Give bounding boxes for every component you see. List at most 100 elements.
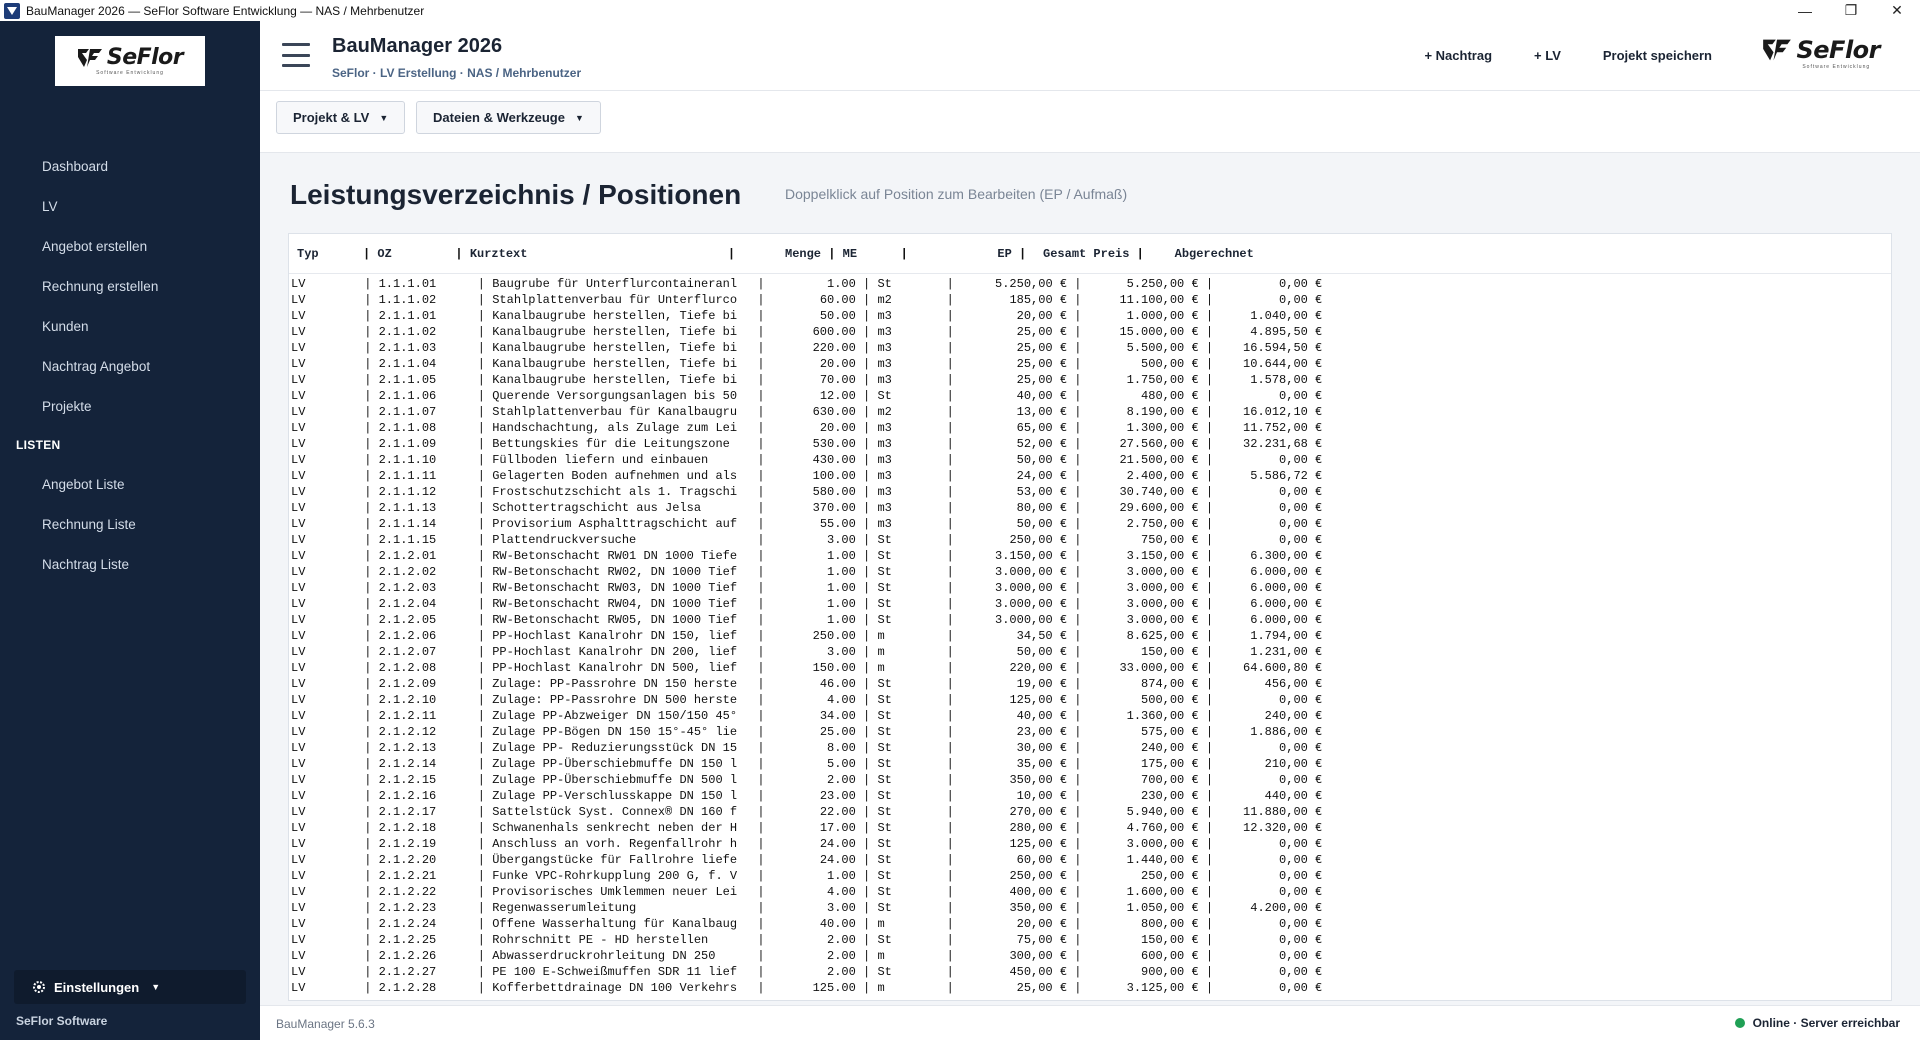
table-row[interactable]: LV | 2.1.2.24 | Offene Wasserhaltung für… xyxy=(289,916,1891,932)
table-row[interactable]: LV | 2.1.2.01 | RW-Betonschacht RW01 DN … xyxy=(289,548,1891,564)
sidebar-item-dashboard[interactable]: Dashboard xyxy=(0,146,260,186)
cell-gesamt: 15.000,00 € xyxy=(1119,325,1199,339)
seflor-logo-mark-icon xyxy=(1763,39,1792,61)
project-lv-dropdown[interactable]: Projekt & LV ▼ xyxy=(276,101,406,134)
app-subtitle: SeFlor · LV Erstellung · NAS / Mehrbenut… xyxy=(332,66,582,80)
column-separator: | xyxy=(855,453,878,467)
table-row[interactable]: LV | 2.1.2.17 | Sattelstück Syst. Connex… xyxy=(289,804,1891,820)
table-row[interactable]: LV | 2.1.1.07 | Stahlplattenverbau für K… xyxy=(289,404,1891,420)
close-button[interactable]: ✕ xyxy=(1874,0,1920,21)
cell-ep: 125,00 € xyxy=(1009,837,1068,851)
column-separator: | xyxy=(470,405,493,419)
table-row[interactable]: LV | 2.1.2.10 | Zulage: PP-Passrohre DN … xyxy=(289,692,1891,708)
col-oz[interactable]: OZ xyxy=(377,247,455,261)
col-kurztext[interactable]: Kurztext xyxy=(470,247,728,261)
table-row[interactable]: LV | 2.1.1.04 | Kanalbaugrube herstellen… xyxy=(289,356,1891,372)
cell-kurztext: Offene Wasserhaltung für Kanalbaug xyxy=(492,917,738,931)
sidebar-item-nachtrag-liste[interactable]: Nachtrag Liste xyxy=(0,544,260,584)
col-typ[interactable]: Typ xyxy=(297,247,363,261)
table-row[interactable]: LV | 2.1.2.03 | RW-Betonschacht RW03, DN… xyxy=(289,580,1891,596)
table-row[interactable]: LV | 1.1.1.02 | Stahlplattenverbau für U… xyxy=(289,292,1891,308)
table-row[interactable]: LV | 2.1.2.11 | Zulage PP-Abzweiger DN 1… xyxy=(289,708,1891,724)
sidebar-item-nachtrag-angebot[interactable]: Nachtrag Angebot xyxy=(0,346,260,386)
table-row[interactable]: LV | 2.1.1.14 | Provisorium Asphalttrags… xyxy=(289,516,1891,532)
table-row[interactable]: LV | 2.1.2.28 | Kofferbettdrainage DN 10… xyxy=(289,980,1891,996)
table-row[interactable]: LV | 2.1.2.20 | Übergangstücke für Fallr… xyxy=(289,852,1891,868)
cell-me: m3 xyxy=(877,437,892,451)
table-row[interactable]: LV | 2.1.2.09 | Zulage: PP-Passrohre DN … xyxy=(289,676,1891,692)
table-row[interactable]: LV | 2.1.1.03 | Kanalbaugrube herstellen… xyxy=(289,340,1891,356)
column-separator: | xyxy=(855,517,878,531)
col-menge[interactable]: Menge xyxy=(735,247,821,261)
cell-me: St xyxy=(877,789,892,803)
table-row[interactable]: LV | 2.1.2.27 | PE 100 E-Schweißmuffen S… xyxy=(289,964,1891,980)
table-row[interactable]: LV | 2.1.1.13 | Schottertragschicht aus … xyxy=(289,500,1891,516)
table-row[interactable]: LV | 2.1.2.15 | Zulage PP-Überschiebmuff… xyxy=(289,772,1891,788)
col-ep[interactable]: EP xyxy=(908,247,1011,261)
col-gesamt[interactable]: Gesamt Preis xyxy=(1033,247,1129,261)
col-abgerechnet[interactable]: Abgerechnet xyxy=(1144,247,1254,261)
cell-menge: 20.00 xyxy=(819,421,856,435)
table-row[interactable]: LV | 2.1.2.12 | Zulage PP-Bögen DN 150 1… xyxy=(289,724,1891,740)
table-row[interactable]: LV | 2.1.1.12 | Frostschutzschicht als 1… xyxy=(289,484,1891,500)
column-separator: | xyxy=(470,661,493,675)
settings-button[interactable]: Einstellungen ▼ xyxy=(14,970,246,1004)
table-row[interactable]: LV | 1.1.1.01 | Baugrube für Unterflurco… xyxy=(289,276,1891,292)
sidebar-item-angebot-erstellen[interactable]: Angebot erstellen xyxy=(0,226,260,266)
table-row[interactable]: LV | 2.1.2.18 | Schwanenhals senkrecht n… xyxy=(289,820,1891,836)
column-separator: | xyxy=(855,693,878,707)
cell-oz: 2.1.1.03 xyxy=(378,341,437,355)
cell-menge: 3.00 xyxy=(827,533,856,547)
cell-kurztext: Provisorium Asphalttragschicht auf xyxy=(492,517,738,531)
minimize-button[interactable]: — xyxy=(1782,0,1828,21)
sidebar-item-rechnung-liste[interactable]: Rechnung Liste xyxy=(0,504,260,544)
sidebar-item-kunden[interactable]: Kunden xyxy=(0,306,260,346)
cell-ep: 50,00 € xyxy=(1016,645,1068,659)
table-row[interactable]: LV | 2.1.2.07 | PP-Hochlast Kanalrohr DN… xyxy=(289,644,1891,660)
add-lv-button[interactable]: + LV xyxy=(1534,48,1561,63)
files-tools-dropdown[interactable]: Dateien & Werkzeuge ▼ xyxy=(416,101,601,134)
table-row[interactable]: LV | 2.1.2.16 | Zulage PP-Verschlusskapp… xyxy=(289,788,1891,804)
table-row[interactable]: LV | 2.1.1.06 | Querende Versorgungsanla… xyxy=(289,388,1891,404)
add-nachtrag-button[interactable]: + Nachtrag xyxy=(1424,48,1492,63)
table-row[interactable]: LV | 2.1.1.01 | Kanalbaugrube herstellen… xyxy=(289,308,1891,324)
sidebar-item-lv[interactable]: LV xyxy=(0,186,260,226)
table-row[interactable]: LV | 2.1.1.11 | Gelagerten Boden aufnehm… xyxy=(289,468,1891,484)
cell-gesamt: 2.400,00 € xyxy=(1126,469,1199,483)
cell-kurztext: Übergangstücke für Fallrohre liefe xyxy=(492,853,738,867)
table-row[interactable]: LV | 2.1.2.26 | Abwasserdruckrohrleitung… xyxy=(289,948,1891,964)
column-separator: | xyxy=(750,901,772,915)
table-row[interactable]: LV | 2.1.2.25 | Rohrschnitt PE - HD hers… xyxy=(289,932,1891,948)
table-row[interactable]: LV | 2.1.2.05 | RW-Betonschacht RW05, DN… xyxy=(289,612,1891,628)
hamburger-menu-icon[interactable] xyxy=(282,43,310,67)
table-row[interactable]: LV | 2.1.1.15 | Plattendruckversuche | 3… xyxy=(289,532,1891,548)
table-row[interactable]: LV | 2.1.2.13 | Zulage PP- Reduzierungss… xyxy=(289,740,1891,756)
table-row[interactable]: LV | 2.1.2.06 | PP-Hochlast Kanalrohr DN… xyxy=(289,628,1891,644)
table-row[interactable]: LV | 2.1.2.04 | RW-Betonschacht RW04, DN… xyxy=(289,596,1891,612)
table-row[interactable]: LV | 2.1.2.22 | Provisorisches Umklemmen… xyxy=(289,884,1891,900)
cell-ep: 450,00 € xyxy=(1009,965,1068,979)
table-row[interactable]: LV | 2.1.2.14 | Zulage PP-Überschiebmuff… xyxy=(289,756,1891,772)
restore-button[interactable]: ❐ xyxy=(1828,0,1874,21)
column-separator: | xyxy=(855,437,878,451)
table-row[interactable]: LV | 2.1.2.19 | Anschluss an vorh. Regen… xyxy=(289,836,1891,852)
positions-table[interactable]: Typ | OZ | Kurztext | Menge | ME | EP | Gesamt… xyxy=(288,233,1892,1001)
table-row[interactable]: LV | 2.1.1.05 | Kanalbaugrube herstellen… xyxy=(289,372,1891,388)
table-row[interactable]: LV | 2.1.1.02 | Kanalbaugrube herstellen… xyxy=(289,324,1891,340)
table-row[interactable]: LV | 2.1.1.09 | Bettungskies für die Lei… xyxy=(289,436,1891,452)
table-row[interactable]: LV | 2.1.2.23 | Regenwasserumleitung | 3… xyxy=(289,900,1891,916)
table-row[interactable]: LV | 2.1.1.10 | Füllboden liefern und ei… xyxy=(289,452,1891,468)
cell-me: m xyxy=(877,629,885,643)
cell-menge: 46.00 xyxy=(819,677,856,691)
table-row[interactable]: LV | 2.1.2.02 | RW-Betonschacht RW02, DN… xyxy=(289,564,1891,580)
save-project-button[interactable]: Projekt speichern xyxy=(1603,48,1712,63)
table-row[interactable]: LV | 2.1.1.08 | Handschachtung, als Zula… xyxy=(289,420,1891,436)
sidebar-item-angebot-liste[interactable]: Angebot Liste xyxy=(0,464,260,504)
sidebar-item-projekte[interactable]: Projekte xyxy=(0,386,260,426)
table-row[interactable]: LV | 2.1.2.08 | PP-Hochlast Kanalrohr DN… xyxy=(289,660,1891,676)
cell-me: St xyxy=(877,965,892,979)
sidebar-item-rechnung-erstellen[interactable]: Rechnung erstellen xyxy=(0,266,260,306)
col-me[interactable]: ME xyxy=(843,247,901,261)
table-row[interactable]: LV | 2.1.2.21 | Funke VPC-Rohrkupplung 2… xyxy=(289,868,1891,884)
cell-me: m xyxy=(877,981,885,995)
